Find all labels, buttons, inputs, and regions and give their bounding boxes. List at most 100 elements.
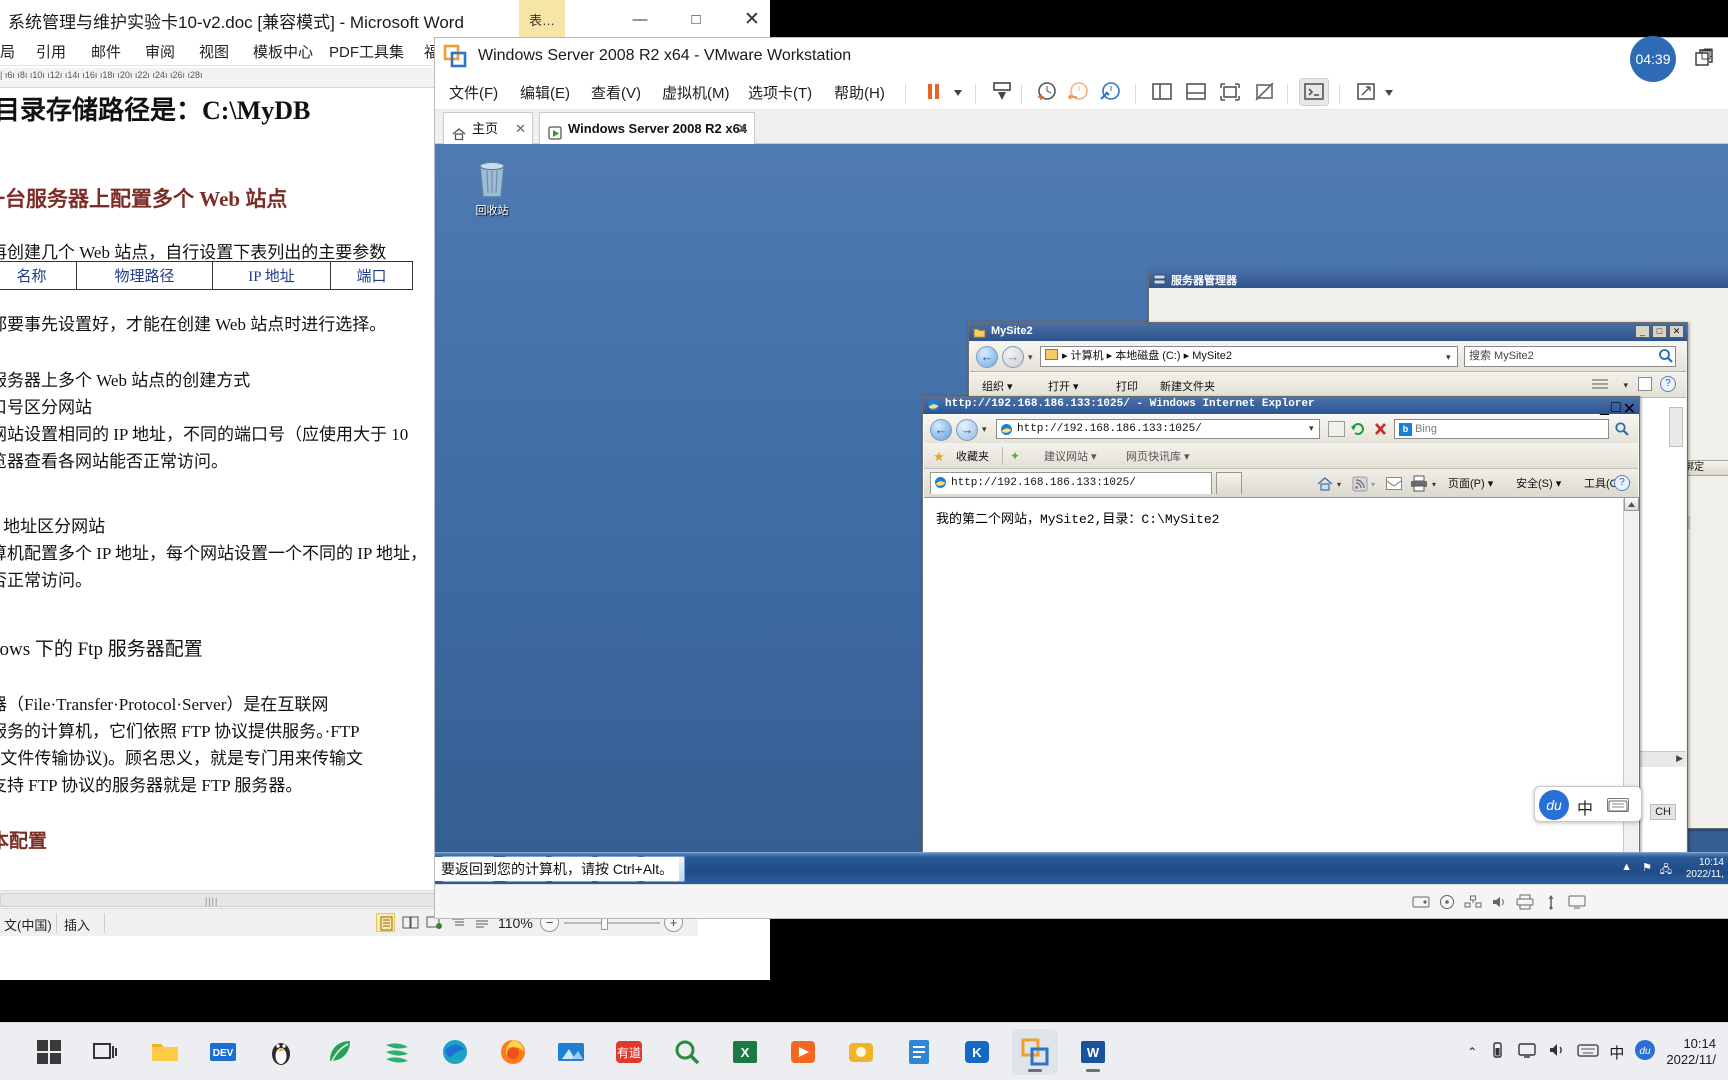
menu-tabs[interactable]: 选项卡(T): [748, 82, 812, 103]
start-button[interactable]: [26, 1029, 72, 1075]
status-insert-mode[interactable]: 插入: [64, 915, 90, 934]
status-cd-icon[interactable]: [1438, 894, 1456, 910]
revert-snapshot-icon[interactable]: [1063, 78, 1093, 106]
preview-pane-icon[interactable]: [1638, 377, 1652, 391]
file-explorer-button[interactable]: [142, 1029, 188, 1075]
ie-new-tab-button[interactable]: [1216, 472, 1242, 494]
kingsoft-button[interactable]: K: [954, 1029, 1000, 1075]
word-close-button[interactable]: ✕: [726, 0, 778, 40]
word-minimize-button[interactable]: —: [614, 0, 666, 40]
ie-help-icon[interactable]: ?: [1614, 475, 1630, 491]
lang-indicator[interactable]: CH: [1650, 804, 1676, 820]
tab-home[interactable]: 主页 ✕: [443, 112, 533, 144]
ie-page-content[interactable]: 我的第二个网站，MySite2,目录：C:\MySite2: [924, 497, 1638, 884]
address-dropdown-icon[interactable]: ▾: [1446, 352, 1451, 363]
chevron-down-icon[interactable]: [949, 78, 967, 106]
devtools-button[interactable]: DEV: [200, 1029, 246, 1075]
search-button[interactable]: [664, 1029, 710, 1075]
stretch-icon[interactable]: [1351, 78, 1381, 106]
explorer-maximize-button[interactable]: □: [1652, 325, 1667, 338]
view-dropdown-icon[interactable]: ▾: [1623, 380, 1628, 391]
app-button-1[interactable]: [258, 1029, 304, 1075]
vm-guest-screen[interactable]: 回收站 服务器管理器 _ □ ✕ 绑定: [435, 144, 1728, 884]
lang-indicator[interactable]: 中: [1609, 1042, 1624, 1063]
menu-vm[interactable]: 虚拟机(M): [662, 82, 730, 103]
ribbon-tab-layout[interactable]: 局: [0, 41, 15, 62]
stop-icon[interactable]: [1372, 421, 1389, 437]
app-button-2[interactable]: [316, 1029, 362, 1075]
keyboard-icon[interactable]: [1577, 1040, 1599, 1065]
explorer-close-button[interactable]: ✕: [1669, 325, 1684, 338]
ie-vertical-scrollbar[interactable]: [1623, 497, 1639, 884]
print-icon[interactable]: [1410, 475, 1428, 492]
ie-address-input[interactable]: http://192.168.186.133:1025/: [996, 419, 1320, 439]
status-network-icon[interactable]: [1464, 894, 1482, 910]
feeds-icon[interactable]: [1352, 476, 1368, 492]
explorer-search-input[interactable]: 搜索 MySite2: [1464, 346, 1676, 367]
forward-button[interactable]: →: [1002, 346, 1024, 368]
cmd-newfolder[interactable]: 新建文件夹: [1160, 378, 1215, 394]
ribbon-tab-references[interactable]: 引用: [36, 41, 66, 62]
word-button[interactable]: W: [1070, 1029, 1116, 1075]
status-sound-icon[interactable]: [1490, 894, 1508, 910]
search-icon[interactable]: [1658, 348, 1674, 364]
ime-mode-label[interactable]: 中: [1577, 795, 1593, 819]
app-button-5[interactable]: [780, 1029, 826, 1075]
view-list-icon[interactable]: [1590, 377, 1612, 391]
status-language[interactable]: 文(中国): [4, 915, 52, 934]
guest-tray-network-icon[interactable]: 🖧: [1660, 861, 1672, 880]
favorites-button[interactable]: 收藏夹: [940, 448, 989, 464]
explorer-minimize-button[interactable]: _: [1635, 325, 1650, 338]
task-view-button[interactable]: [84, 1029, 130, 1075]
guest-tray-flag-icon[interactable]: ⚑: [1642, 861, 1652, 874]
address-bar[interactable]: ▸ 计算机 ▸ 本地磁盘 (C:) ▸ MySite2: [1040, 346, 1458, 367]
excel-button[interactable]: X: [722, 1029, 768, 1075]
menu-view[interactable]: 查看(V): [591, 82, 641, 103]
suggested-sites-link[interactable]: 建议网站 ▾: [1028, 448, 1097, 464]
back-button[interactable]: ←: [976, 346, 998, 368]
ie-back-button[interactable]: ←: [930, 419, 952, 441]
vmware-button[interactable]: [1012, 1029, 1058, 1075]
ie-scroll-up-button[interactable]: [1624, 497, 1639, 511]
cmd-open[interactable]: 打开 ▾: [1048, 378, 1079, 394]
ie-search-input[interactable]: b Bing: [1394, 419, 1609, 439]
help-icon[interactable]: ?: [1660, 376, 1676, 392]
firefox-button[interactable]: [490, 1029, 536, 1075]
ie-window[interactable]: http://192.168.186.133:1025/ - Windows I…: [922, 396, 1640, 884]
refresh-icon[interactable]: [1350, 421, 1367, 437]
snapshot-manager-icon[interactable]: [1095, 78, 1125, 106]
mail-icon[interactable]: [1386, 477, 1402, 490]
ribbon-tab-templates[interactable]: 模板中心: [253, 41, 313, 62]
tray-chevron-icon[interactable]: ⌃: [1467, 1045, 1477, 1059]
stretch-caret-icon[interactable]: [1381, 78, 1397, 106]
taskbar-clock[interactable]: 10:14 2022/11/: [1666, 1036, 1716, 1068]
ribbon-tab-review[interactable]: 审阅: [145, 41, 175, 62]
ie-address-dropdown-icon[interactable]: ▾: [1309, 423, 1314, 434]
web-slice-gallery-link[interactable]: 网页快讯库 ▾: [1110, 448, 1190, 464]
compatibility-view-icon[interactable]: [1328, 421, 1345, 437]
screen-icon[interactable]: [1517, 1040, 1537, 1065]
status-printer-icon[interactable]: [1516, 894, 1534, 910]
tab-home-close-icon[interactable]: ✕: [515, 113, 526, 145]
word-tab-badge[interactable]: 表…: [519, 0, 565, 42]
edge-button[interactable]: [432, 1029, 478, 1075]
zoom-slider-track[interactable]: [564, 922, 660, 924]
take-snapshot-icon[interactable]: [1031, 78, 1061, 106]
menu-help[interactable]: 帮助(H): [834, 82, 885, 103]
menu-file[interactable]: 文件(F): [449, 82, 498, 103]
snapshot-icon[interactable]: [987, 78, 1017, 106]
explorer-scroll-right-icon[interactable]: ▶: [1676, 753, 1683, 764]
app-button-7[interactable]: [896, 1029, 942, 1075]
status-usb-icon[interactable]: [1542, 894, 1560, 910]
view-fullscreen-reading-button[interactable]: [400, 913, 419, 932]
show-thumbnails-icon[interactable]: [1181, 78, 1211, 106]
pause-icon[interactable]: [919, 78, 949, 106]
ribbon-tab-mailings[interactable]: 邮件: [91, 41, 121, 62]
tab-vm-close-icon[interactable]: ✕: [737, 113, 748, 145]
add-favorite-icon[interactable]: ✦: [1010, 449, 1020, 463]
cmd-organize[interactable]: 组织 ▾: [982, 378, 1013, 394]
guest-tray-chevron-icon[interactable]: ▲: [1621, 861, 1632, 873]
cmd-print[interactable]: 打印: [1116, 378, 1138, 394]
home-dropdown-icon[interactable]: ▾: [1337, 480, 1341, 489]
app-button-6[interactable]: [838, 1029, 884, 1075]
